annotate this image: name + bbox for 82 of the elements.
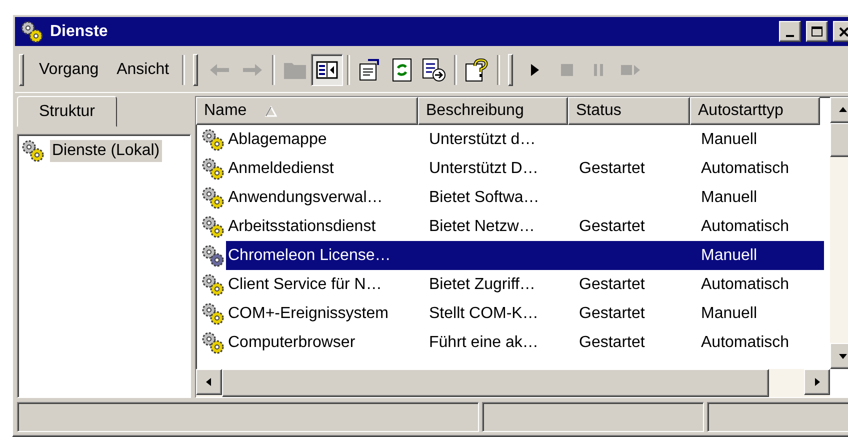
table-cell-text: Automatisch (700, 218, 790, 236)
sort-arrow-icon (264, 106, 277, 116)
table-cell-text: Unterstützt D… (428, 160, 538, 178)
up-arrow-icon (838, 105, 848, 115)
table-cell-text: Computerbrowser (227, 334, 356, 352)
split-pane-icon (316, 61, 338, 79)
stop-icon (560, 63, 574, 77)
play-icon (529, 63, 542, 77)
gears-icon (200, 128, 226, 152)
gears-icon (200, 302, 226, 326)
maximize-icon (811, 26, 823, 37)
table-cell-text: Bietet Netzw… (428, 218, 535, 236)
table-cell-text: Anwendungsverwal… (227, 188, 383, 206)
minimize-button[interactable] (779, 21, 801, 42)
table-row[interactable]: Anwendungsverwal… Bietet Softwa… Manuell (226, 183, 824, 212)
column-header[interactable]: Beschreibung (418, 97, 568, 125)
scroll-right-button[interactable] (804, 369, 830, 395)
table-row[interactable]: COM+-Ereignissystem Stellt COM-K… Gestartet Manuell (226, 299, 824, 328)
tab[interactable]: Struktur (17, 96, 117, 127)
gears-icon (200, 186, 226, 210)
column-header[interactable]: Status (568, 97, 690, 125)
table-cell-text: Ablagemappe (227, 130, 327, 148)
minimize-icon (786, 34, 794, 36)
table-cell-text: Gestartet (578, 276, 645, 294)
column-label: Beschreibung (426, 102, 524, 120)
column-label: Status (576, 102, 622, 120)
table-cell-text: Automatisch (700, 276, 790, 294)
table-cell-text: Manuell (700, 188, 758, 206)
table-cell-text: Chromeleon License… (227, 246, 391, 264)
left-arrow-icon (209, 62, 232, 78)
table-cell-text: Automatisch (700, 160, 790, 178)
table-cell-text: Gestartet (578, 160, 645, 178)
column-header[interactable]: Autostarttyp (690, 97, 820, 125)
maximize-button[interactable] (806, 21, 828, 42)
left-arrow-icon (204, 377, 214, 387)
table-cell-text: Manuell (700, 304, 758, 322)
table-row[interactable]: Ablagemappe Unterstützt d… Manuell (226, 125, 824, 154)
window-title: Dienste (50, 22, 109, 40)
list-arrow-icon (422, 58, 446, 82)
gears-icon (20, 139, 46, 163)
table-row[interactable]: Arbeitsstationsdienst Bietet Netzw… Gestartet Automatisch (226, 212, 824, 241)
right-arrow-icon (812, 377, 822, 387)
table-cell-text: Gestartet (578, 304, 645, 322)
table-cell-text: Client Service für N… (227, 276, 382, 294)
table-row[interactable]: Chromeleon License… Manuell (226, 241, 824, 270)
table-cell-text: Automatisch (700, 334, 790, 352)
close-icon (839, 26, 848, 36)
table-cell-text: Manuell (700, 246, 758, 264)
gears-icon (200, 244, 226, 268)
table-cell-text: Arbeitsstationsdienst (227, 218, 376, 236)
table-cell-text: Anmeldedienst (227, 160, 334, 178)
menu-item[interactable]: Vorgang (30, 57, 108, 83)
table-cell-text: Bietet Softwa… (428, 188, 540, 206)
table-row[interactable]: Computerbrowser Führt eine ak… Gestartet Automatisch (226, 328, 824, 357)
table-cell-text: Unterstützt d… (428, 130, 536, 148)
right-arrow-icon (241, 62, 264, 78)
scroll-left-button[interactable] (196, 369, 222, 395)
gears-icon (19, 20, 45, 44)
menu-item[interactable]: Ansicht (108, 57, 178, 83)
column-label: Name (204, 102, 247, 120)
gears-icon (200, 156, 226, 180)
table-row[interactable]: Client Service für N… Bietet Zugriff… Gestartet Automatisch (226, 270, 824, 299)
gears-icon (200, 330, 226, 354)
folder-icon (283, 60, 308, 80)
gears-icon (200, 272, 226, 296)
refresh-icon (392, 58, 412, 82)
table-row[interactable]: Anmeldedienst Unterstützt D… Gestartet Automatisch (226, 154, 824, 183)
table-cell-text: Gestartet (578, 218, 645, 236)
tree-item[interactable]: Dienste (Lokal) (50, 140, 162, 162)
table-cell-text: Bietet Zugriff… (428, 276, 536, 294)
restart-icon (620, 63, 642, 77)
table-cell-text: Stellt COM-K… (428, 304, 538, 322)
table-cell-text: Gestartet (578, 334, 645, 352)
help-icon (465, 58, 490, 82)
table-cell-text: Manuell (700, 130, 758, 148)
column-label: Autostarttyp (698, 102, 784, 120)
toolbar-button[interactable] (311, 54, 344, 86)
table-cell-text: COM+-Ereignissystem (227, 304, 388, 322)
table-cell-text: Führt eine ak… (428, 334, 538, 352)
gears-icon (200, 214, 226, 238)
down-arrow-icon (838, 351, 848, 361)
column-header[interactable]: Name (196, 97, 418, 125)
